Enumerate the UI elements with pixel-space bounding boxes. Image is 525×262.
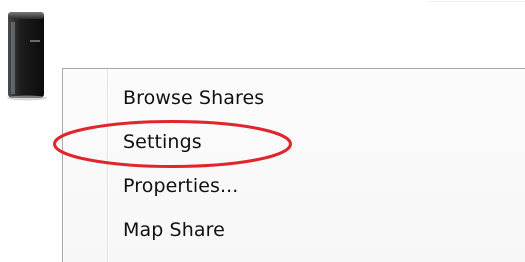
context-menu: Browse Shares Settings Properties... Map… bbox=[62, 68, 525, 262]
menu-item-browse-shares[interactable]: Browse Shares bbox=[123, 81, 264, 115]
menu-item-properties[interactable]: Properties... bbox=[123, 169, 238, 203]
menu-gutter-highlight bbox=[108, 69, 109, 262]
nas-drive-icon[interactable] bbox=[0, 0, 62, 104]
menu-item-settings[interactable]: Settings bbox=[123, 125, 202, 159]
menu-item-map-share[interactable]: Map Share bbox=[123, 213, 225, 247]
window-edge bbox=[428, 1, 525, 2]
screenshot-stage: Browse Shares Settings Properties... Map… bbox=[0, 0, 525, 262]
